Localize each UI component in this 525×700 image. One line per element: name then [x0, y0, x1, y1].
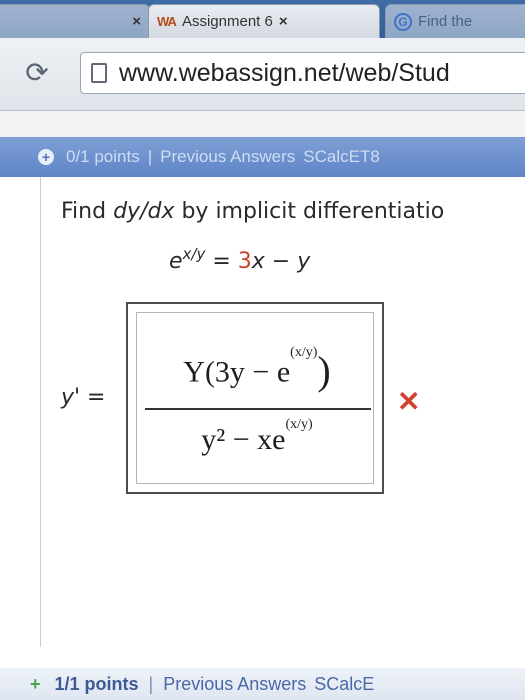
fraction-bar [145, 408, 371, 410]
url-text[interactable]: www.webassign.net/web/Stud [119, 59, 450, 88]
page-icon [91, 63, 107, 83]
previous-answers-link[interactable]: Previous Answers [160, 147, 295, 167]
numerator-main: Y(3y − e [183, 355, 291, 389]
question-panel: Find dy/dx by implicit differentiatio ex… [40, 177, 525, 647]
tab-google-label: Find the [418, 13, 473, 30]
browser-toolbar: ⟳ www.webassign.net/web/Stud [0, 38, 525, 111]
equation: ex/y = 3x − y [169, 245, 311, 274]
tab-assignment[interactable]: WA Assignment 6 × [148, 4, 380, 38]
eq-base: e [169, 249, 183, 274]
answer-input-area[interactable]: Y(3y − e(x/y)) y² − xe(x/y) [136, 312, 374, 484]
prompt-prefix: Find [61, 199, 114, 224]
next-source-label: SCalcE [314, 673, 375, 694]
next-previous-answers-link[interactable]: Previous Answers [163, 674, 306, 695]
expand-icon[interactable]: + [30, 674, 41, 695]
browser-tab-strip: × WA Assignment 6 × G Find the [0, 0, 525, 38]
next-points-label: 1/1 points [54, 673, 139, 694]
close-icon[interactable]: × [132, 13, 141, 30]
expand-icon[interactable]: + [38, 149, 54, 165]
numerator-exponent: (x/y) [290, 345, 318, 360]
webassign-favicon-icon: WA [157, 14, 177, 29]
points-label: 0/1 points [66, 147, 140, 166]
answer-label: y' = [61, 385, 106, 410]
eq-minus: − [264, 249, 298, 274]
close-icon[interactable]: × [279, 13, 288, 30]
google-icon: G [394, 12, 412, 31]
tab-google[interactable]: G Find the [385, 4, 525, 38]
question-prompt: Find dy/dx by implicit differentiatio [61, 199, 444, 224]
reload-icon[interactable]: ⟳ [22, 58, 52, 88]
numerator-close: ) [317, 348, 331, 393]
address-bar[interactable]: www.webassign.net/web/Stud [80, 52, 525, 94]
denominator-exponent: (x/y) [285, 417, 313, 432]
toolbar-spacer [0, 111, 525, 137]
next-question-header-bar: + 1/1 points | Previous Answers SCalcE [0, 668, 525, 700]
eq-coefficient: 3 [237, 249, 252, 274]
separator: | [148, 673, 154, 694]
source-label: SCalcET8 [303, 147, 380, 166]
answer-numerator: Y(3y − e(x/y)) [137, 345, 377, 398]
question-header-bar: + 0/1 points | Previous Answers SCalcET8 [0, 137, 525, 177]
denominator-main: y² − xe [201, 423, 286, 456]
answer-box[interactable]: Y(3y − e(x/y)) y² − xe(x/y) [126, 302, 384, 494]
tab-previous[interactable]: × [0, 4, 150, 38]
prompt-suffix: by implicit differentiatio [174, 199, 445, 224]
separator: | [147, 147, 153, 166]
tab-assignment-label: Assignment 6 [181, 13, 273, 30]
prompt-dydx: dy/dx [113, 199, 175, 224]
incorrect-icon: ✕ [397, 386, 421, 417]
eq-y: y [297, 249, 311, 274]
eq-equals: = [205, 249, 238, 274]
answer-denominator: y² − xe(x/y) [137, 417, 377, 457]
eq-exponent: x/y [182, 245, 206, 263]
eq-x: x [251, 249, 265, 274]
